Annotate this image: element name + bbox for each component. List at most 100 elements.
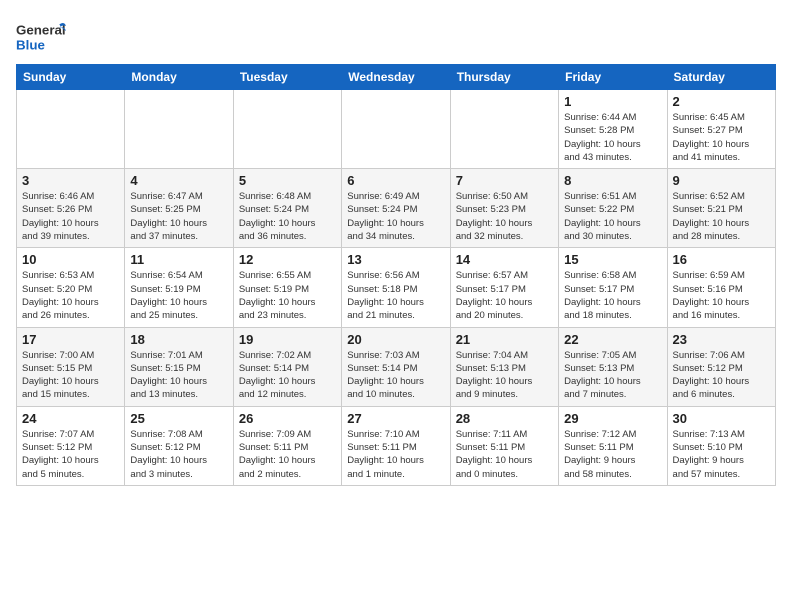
calendar-cell: 11 Sunrise: 6:54 AM Sunset: 5:19 PM Dayli… bbox=[125, 248, 233, 327]
calendar-cell: 12 Sunrise: 6:55 AM Sunset: 5:19 PM Dayli… bbox=[233, 248, 341, 327]
day-number: 9 bbox=[673, 173, 770, 188]
day-info: Sunrise: 7:12 AM Sunset: 5:11 PM Dayligh… bbox=[564, 428, 661, 481]
day-number: 2 bbox=[673, 94, 770, 109]
day-info: Sunrise: 6:44 AM Sunset: 5:28 PM Dayligh… bbox=[564, 111, 661, 164]
day-info: Sunrise: 6:54 AM Sunset: 5:19 PM Dayligh… bbox=[130, 269, 227, 322]
day-info: Sunrise: 6:56 AM Sunset: 5:18 PM Dayligh… bbox=[347, 269, 444, 322]
day-info: Sunrise: 6:51 AM Sunset: 5:22 PM Dayligh… bbox=[564, 190, 661, 243]
calendar-cell: 18 Sunrise: 7:01 AM Sunset: 5:15 PM Dayli… bbox=[125, 327, 233, 406]
calendar-cell: 4 Sunrise: 6:47 AM Sunset: 5:25 PM Daylig… bbox=[125, 169, 233, 248]
weekday-header-friday: Friday bbox=[559, 65, 667, 90]
day-number: 26 bbox=[239, 411, 336, 426]
calendar-week-1: 1Sunrise: 6:44 AM Sunset: 5:28 PM Daylig… bbox=[17, 90, 776, 169]
day-info: Sunrise: 7:03 AM Sunset: 5:14 PM Dayligh… bbox=[347, 349, 444, 402]
day-info: Sunrise: 7:05 AM Sunset: 5:13 PM Dayligh… bbox=[564, 349, 661, 402]
day-info: Sunrise: 6:45 AM Sunset: 5:27 PM Dayligh… bbox=[673, 111, 770, 164]
day-number: 18 bbox=[130, 332, 227, 347]
day-number: 7 bbox=[456, 173, 553, 188]
calendar-cell: 3 Sunrise: 6:46 AM Sunset: 5:26 PM Daylig… bbox=[17, 169, 125, 248]
day-number: 3 bbox=[22, 173, 119, 188]
day-info: Sunrise: 6:48 AM Sunset: 5:24 PM Dayligh… bbox=[239, 190, 336, 243]
day-number: 13 bbox=[347, 252, 444, 267]
calendar-cell: 14Sunrise: 6:57 AM Sunset: 5:17 PM Dayli… bbox=[450, 248, 558, 327]
day-number: 5 bbox=[239, 173, 336, 188]
weekday-header-monday: Monday bbox=[125, 65, 233, 90]
calendar-week-4: 17 Sunrise: 7:00 AM Sunset: 5:15 PM Dayli… bbox=[17, 327, 776, 406]
calendar-week-3: 10Sunrise: 6:53 AM Sunset: 5:20 PM Dayli… bbox=[17, 248, 776, 327]
day-number: 23 bbox=[673, 332, 770, 347]
logo-icon: General Blue bbox=[16, 16, 66, 56]
day-number: 16 bbox=[673, 252, 770, 267]
day-info: Sunrise: 6:49 AM Sunset: 5:24 PM Dayligh… bbox=[347, 190, 444, 243]
day-info: Sunrise: 6:53 AM Sunset: 5:20 PM Dayligh… bbox=[22, 269, 119, 322]
calendar-cell: 19 Sunrise: 7:02 AM Sunset: 5:14 PM Dayli… bbox=[233, 327, 341, 406]
calendar-cell: 2 Sunrise: 6:45 AM Sunset: 5:27 PM Daylig… bbox=[667, 90, 775, 169]
calendar-cell: 6 Sunrise: 6:49 AM Sunset: 5:24 PM Daylig… bbox=[342, 169, 450, 248]
calendar-cell: 7Sunrise: 6:50 AM Sunset: 5:23 PM Daylig… bbox=[450, 169, 558, 248]
day-number: 15 bbox=[564, 252, 661, 267]
weekday-header-tuesday: Tuesday bbox=[233, 65, 341, 90]
day-info: Sunrise: 6:57 AM Sunset: 5:17 PM Dayligh… bbox=[456, 269, 553, 322]
day-info: Sunrise: 6:46 AM Sunset: 5:26 PM Dayligh… bbox=[22, 190, 119, 243]
day-number: 4 bbox=[130, 173, 227, 188]
day-number: 30 bbox=[673, 411, 770, 426]
calendar-cell: 27 Sunrise: 7:10 AM Sunset: 5:11 PM Dayli… bbox=[342, 406, 450, 485]
day-info: Sunrise: 7:00 AM Sunset: 5:15 PM Dayligh… bbox=[22, 349, 119, 402]
calendar-cell: 20 Sunrise: 7:03 AM Sunset: 5:14 PM Dayli… bbox=[342, 327, 450, 406]
calendar-cell: 30 Sunrise: 7:13 AM Sunset: 5:10 PM Dayli… bbox=[667, 406, 775, 485]
day-number: 28 bbox=[456, 411, 553, 426]
day-number: 25 bbox=[130, 411, 227, 426]
day-info: Sunrise: 7:11 AM Sunset: 5:11 PM Dayligh… bbox=[456, 428, 553, 481]
weekday-header-thursday: Thursday bbox=[450, 65, 558, 90]
calendar-cell: 24Sunrise: 7:07 AM Sunset: 5:12 PM Dayli… bbox=[17, 406, 125, 485]
calendar-cell: 10Sunrise: 6:53 AM Sunset: 5:20 PM Dayli… bbox=[17, 248, 125, 327]
calendar-cell: 16 Sunrise: 6:59 AM Sunset: 5:16 PM Dayli… bbox=[667, 248, 775, 327]
calendar-cell: 28 Sunrise: 7:11 AM Sunset: 5:11 PM Dayli… bbox=[450, 406, 558, 485]
calendar-cell: 15 Sunrise: 6:58 AM Sunset: 5:17 PM Dayli… bbox=[559, 248, 667, 327]
weekday-header-wednesday: Wednesday bbox=[342, 65, 450, 90]
calendar-cell: 17 Sunrise: 7:00 AM Sunset: 5:15 PM Dayli… bbox=[17, 327, 125, 406]
calendar-cell bbox=[233, 90, 341, 169]
calendar-cell: 9 Sunrise: 6:52 AM Sunset: 5:21 PM Daylig… bbox=[667, 169, 775, 248]
calendar-cell: 22Sunrise: 7:05 AM Sunset: 5:13 PM Dayli… bbox=[559, 327, 667, 406]
day-number: 29 bbox=[564, 411, 661, 426]
calendar-cell: 25 Sunrise: 7:08 AM Sunset: 5:12 PM Dayli… bbox=[125, 406, 233, 485]
day-number: 21 bbox=[456, 332, 553, 347]
calendar-cell: 8Sunrise: 6:51 AM Sunset: 5:22 PM Daylig… bbox=[559, 169, 667, 248]
day-info: Sunrise: 7:02 AM Sunset: 5:14 PM Dayligh… bbox=[239, 349, 336, 402]
day-info: Sunrise: 6:52 AM Sunset: 5:21 PM Dayligh… bbox=[673, 190, 770, 243]
day-info: Sunrise: 7:08 AM Sunset: 5:12 PM Dayligh… bbox=[130, 428, 227, 481]
day-number: 24 bbox=[22, 411, 119, 426]
day-info: Sunrise: 7:01 AM Sunset: 5:15 PM Dayligh… bbox=[130, 349, 227, 402]
calendar-week-5: 24Sunrise: 7:07 AM Sunset: 5:12 PM Dayli… bbox=[17, 406, 776, 485]
day-info: Sunrise: 6:47 AM Sunset: 5:25 PM Dayligh… bbox=[130, 190, 227, 243]
day-info: Sunrise: 7:13 AM Sunset: 5:10 PM Dayligh… bbox=[673, 428, 770, 481]
day-info: Sunrise: 6:59 AM Sunset: 5:16 PM Dayligh… bbox=[673, 269, 770, 322]
calendar-cell: 23Sunrise: 7:06 AM Sunset: 5:12 PM Dayli… bbox=[667, 327, 775, 406]
weekday-header-sunday: Sunday bbox=[17, 65, 125, 90]
svg-text:General: General bbox=[16, 22, 66, 37]
day-info: Sunrise: 6:58 AM Sunset: 5:17 PM Dayligh… bbox=[564, 269, 661, 322]
calendar-cell: 5 Sunrise: 6:48 AM Sunset: 5:24 PM Daylig… bbox=[233, 169, 341, 248]
day-number: 11 bbox=[130, 252, 227, 267]
calendar-cell: 26Sunrise: 7:09 AM Sunset: 5:11 PM Dayli… bbox=[233, 406, 341, 485]
day-number: 6 bbox=[347, 173, 444, 188]
calendar-table: SundayMondayTuesdayWednesdayThursdayFrid… bbox=[16, 64, 776, 486]
day-number: 17 bbox=[22, 332, 119, 347]
day-info: Sunrise: 7:04 AM Sunset: 5:13 PM Dayligh… bbox=[456, 349, 553, 402]
calendar-cell: 1Sunrise: 6:44 AM Sunset: 5:28 PM Daylig… bbox=[559, 90, 667, 169]
weekday-header-saturday: Saturday bbox=[667, 65, 775, 90]
logo: General Blue bbox=[16, 16, 66, 56]
calendar-week-2: 3 Sunrise: 6:46 AM Sunset: 5:26 PM Daylig… bbox=[17, 169, 776, 248]
calendar-cell bbox=[450, 90, 558, 169]
day-number: 19 bbox=[239, 332, 336, 347]
calendar-cell bbox=[342, 90, 450, 169]
page-header: General Blue bbox=[16, 16, 776, 56]
day-number: 12 bbox=[239, 252, 336, 267]
day-info: Sunrise: 7:10 AM Sunset: 5:11 PM Dayligh… bbox=[347, 428, 444, 481]
day-number: 27 bbox=[347, 411, 444, 426]
calendar-cell bbox=[125, 90, 233, 169]
calendar-cell bbox=[17, 90, 125, 169]
day-number: 20 bbox=[347, 332, 444, 347]
day-info: Sunrise: 6:55 AM Sunset: 5:19 PM Dayligh… bbox=[239, 269, 336, 322]
